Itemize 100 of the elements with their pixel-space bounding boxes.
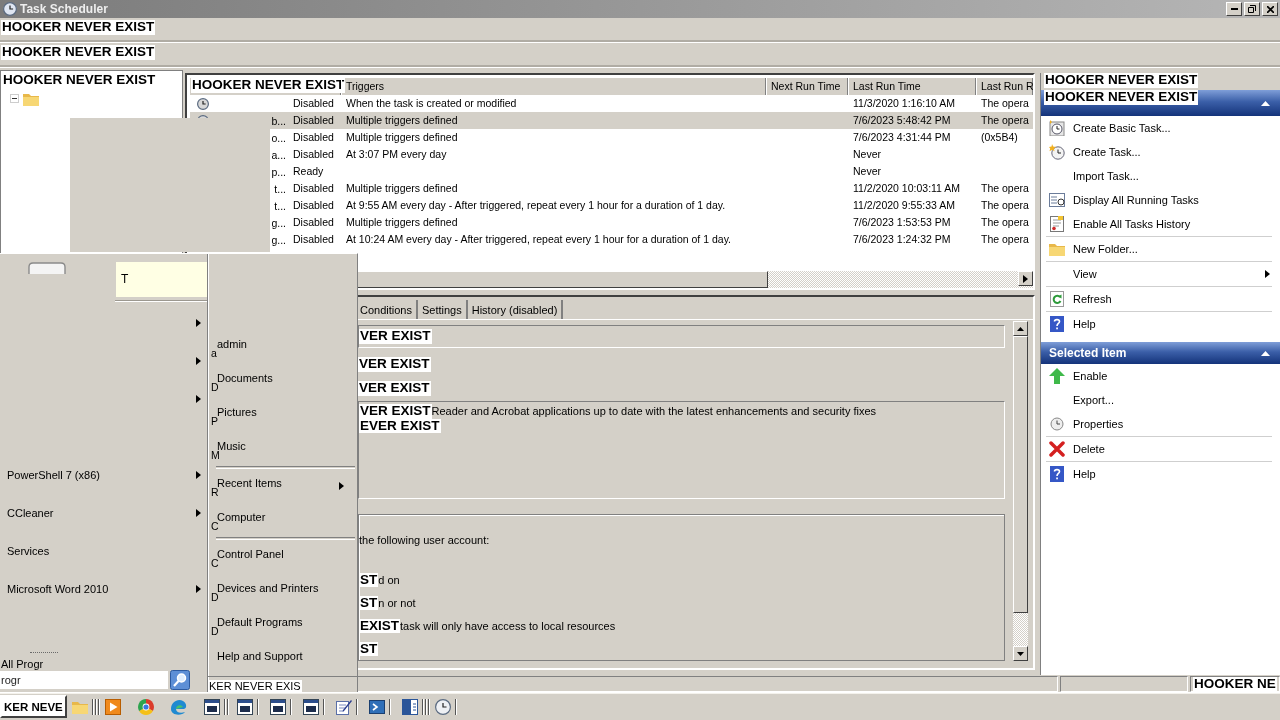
pen-icon[interactable] (335, 698, 352, 715)
table-row[interactable]: b... Disabled Multiple triggers defined 7/6/2023 5:48:42 PM The opera (190, 112, 1033, 129)
result-cell-text: The opera (980, 113, 1030, 128)
last-run-cell-text: Never (852, 164, 882, 179)
action-item[interactable]: Create Basic Task... (1041, 116, 1280, 140)
status-cell-text: Disabled (292, 198, 335, 213)
minimize-button[interactable] (1226, 2, 1242, 16)
result-cell-text: The opera (980, 198, 1030, 213)
picture-frame-icon (28, 262, 66, 274)
place-item[interactable]: C Computer (208, 503, 357, 537)
result-cell-text: The opera (980, 181, 1030, 196)
action-item[interactable]: Enable All Tasks History (1041, 212, 1280, 236)
action-item[interactable]: Export... (1041, 388, 1280, 412)
window-icon[interactable] (236, 698, 253, 715)
place-item[interactable]: D Devices and Printers (208, 574, 357, 608)
document-icon[interactable] (401, 698, 418, 715)
color-wheel-icon[interactable] (137, 698, 154, 715)
restore-button[interactable] (1244, 2, 1260, 16)
scroll-up-button[interactable] (1013, 321, 1028, 336)
caret-icon (339, 482, 344, 490)
key-letter: a (211, 347, 217, 359)
last-run-cell-text: 7/6/2023 5:48:42 PM (852, 113, 952, 128)
caret-icon (196, 357, 201, 365)
close-button[interactable] (1262, 2, 1278, 16)
task-name: o... (271, 131, 286, 144)
place-item[interactable]: Help and Support (208, 642, 357, 676)
place-item[interactable]: R Recent Items (208, 469, 357, 503)
task-name: t... (274, 199, 286, 212)
section-header[interactable]: Selected Item (1041, 342, 1280, 364)
last-run-cell-text: 7/6/2023 1:24:32 PM (852, 232, 952, 247)
action-item[interactable]: Properties (1041, 412, 1280, 436)
search-field[interactable]: rogr (0, 671, 168, 689)
status-cell-text: Disabled (292, 96, 335, 111)
window-icon[interactable] (302, 698, 319, 715)
terminal-icon[interactable] (368, 698, 385, 715)
cross-icon (1049, 441, 1065, 457)
place-item[interactable]: a admin (208, 330, 357, 364)
action-item[interactable]: Import Task... (1041, 164, 1280, 188)
task-name: t... (274, 182, 286, 195)
trigger-cell-text: Multiple triggers defined (345, 215, 459, 230)
task-name: a... (271, 148, 286, 161)
program-item[interactable]: PowerShell 7 (x86) (0, 456, 207, 494)
clock-icon[interactable] (434, 698, 451, 715)
search-button[interactable] (170, 670, 190, 690)
action-item[interactable]: Refresh (1041, 287, 1280, 311)
action-item[interactable]: Display All Running Tasks (1041, 188, 1280, 212)
vertical-scrollbar[interactable] (1013, 321, 1028, 661)
overlay-text: ST (359, 595, 379, 611)
scroll-right-button[interactable] (1018, 271, 1033, 286)
last-run-cell-text: 11/2/2020 9:55:33 AM (852, 198, 956, 213)
all-programs-link[interactable]: All Progr (0, 658, 44, 670)
scrollbar-thumb[interactable] (1013, 336, 1028, 613)
expander-icon[interactable] (10, 94, 19, 103)
window-icon[interactable] (203, 698, 220, 715)
overlay-text: EXIST (359, 618, 400, 634)
status-cell-text: Disabled (292, 215, 335, 230)
media-player-icon[interactable] (104, 698, 121, 715)
status-cell-text: Disabled (292, 181, 335, 196)
caret-icon (196, 471, 201, 479)
option-text: task will only have access to local resources (400, 619, 616, 633)
last-run-cell-text: 7/6/2023 4:31:44 PM (852, 130, 952, 145)
caret-icon (1265, 270, 1270, 278)
action-item[interactable]: Delete (1041, 437, 1280, 461)
option-text: the following user account: (359, 532, 490, 547)
program-item[interactable]: Services (0, 532, 207, 570)
caret-icon (1017, 651, 1024, 656)
status-cell-text: Ready (292, 164, 325, 179)
caret-icon (196, 395, 201, 403)
overlay-text: KER NEVER EXIS (208, 680, 302, 692)
status-cell-text: Disabled (292, 113, 335, 128)
action-item[interactable]: View (1041, 262, 1280, 286)
start-button[interactable]: KER NEVE (0, 695, 67, 718)
option-text: n or not (378, 596, 416, 610)
place-item[interactable]: D Documents (208, 364, 357, 398)
overlay-text: HOOKER NEVER EXIST (1044, 73, 1199, 88)
scroll-down-button[interactable] (1013, 646, 1028, 661)
action-item[interactable]: Enable (1041, 364, 1280, 388)
text-field[interactable]: VER EXIST (358, 325, 1005, 348)
close-icon (1266, 5, 1274, 13)
window-icon[interactable] (269, 698, 286, 715)
program-item[interactable]: Microsoft Word 2010 (0, 570, 207, 608)
restore-icon (1248, 5, 1256, 13)
place-item[interactable]: M Music (208, 432, 357, 466)
program-item[interactable]: CCleaner (0, 494, 207, 532)
action-item[interactable]: Create Task... (1041, 140, 1280, 164)
action-item[interactable]: New Folder... (1041, 237, 1280, 261)
help-icon (1049, 466, 1065, 482)
place-item[interactable]: D Default Programs (208, 608, 357, 642)
last-run-cell-text: 11/2/2020 10:03:11 AM (852, 181, 962, 196)
overlay-text: HOOKER NE (1193, 676, 1277, 692)
task-name: p... (271, 165, 286, 178)
caret-icon (1023, 274, 1028, 283)
action-item[interactable]: Help (1041, 312, 1280, 336)
action-item[interactable]: Help (1041, 462, 1280, 486)
window-title: Task Scheduler (20, 2, 108, 16)
caret-icon (196, 319, 201, 327)
section-header[interactable]: HOOKER NEVER EXIST (1041, 90, 1280, 116)
overlay-text: HOOKER NEVER EXIST (1044, 90, 1199, 105)
place-item[interactable]: C Control Panel (208, 540, 357, 574)
place-item[interactable]: P Pictures (208, 398, 357, 432)
